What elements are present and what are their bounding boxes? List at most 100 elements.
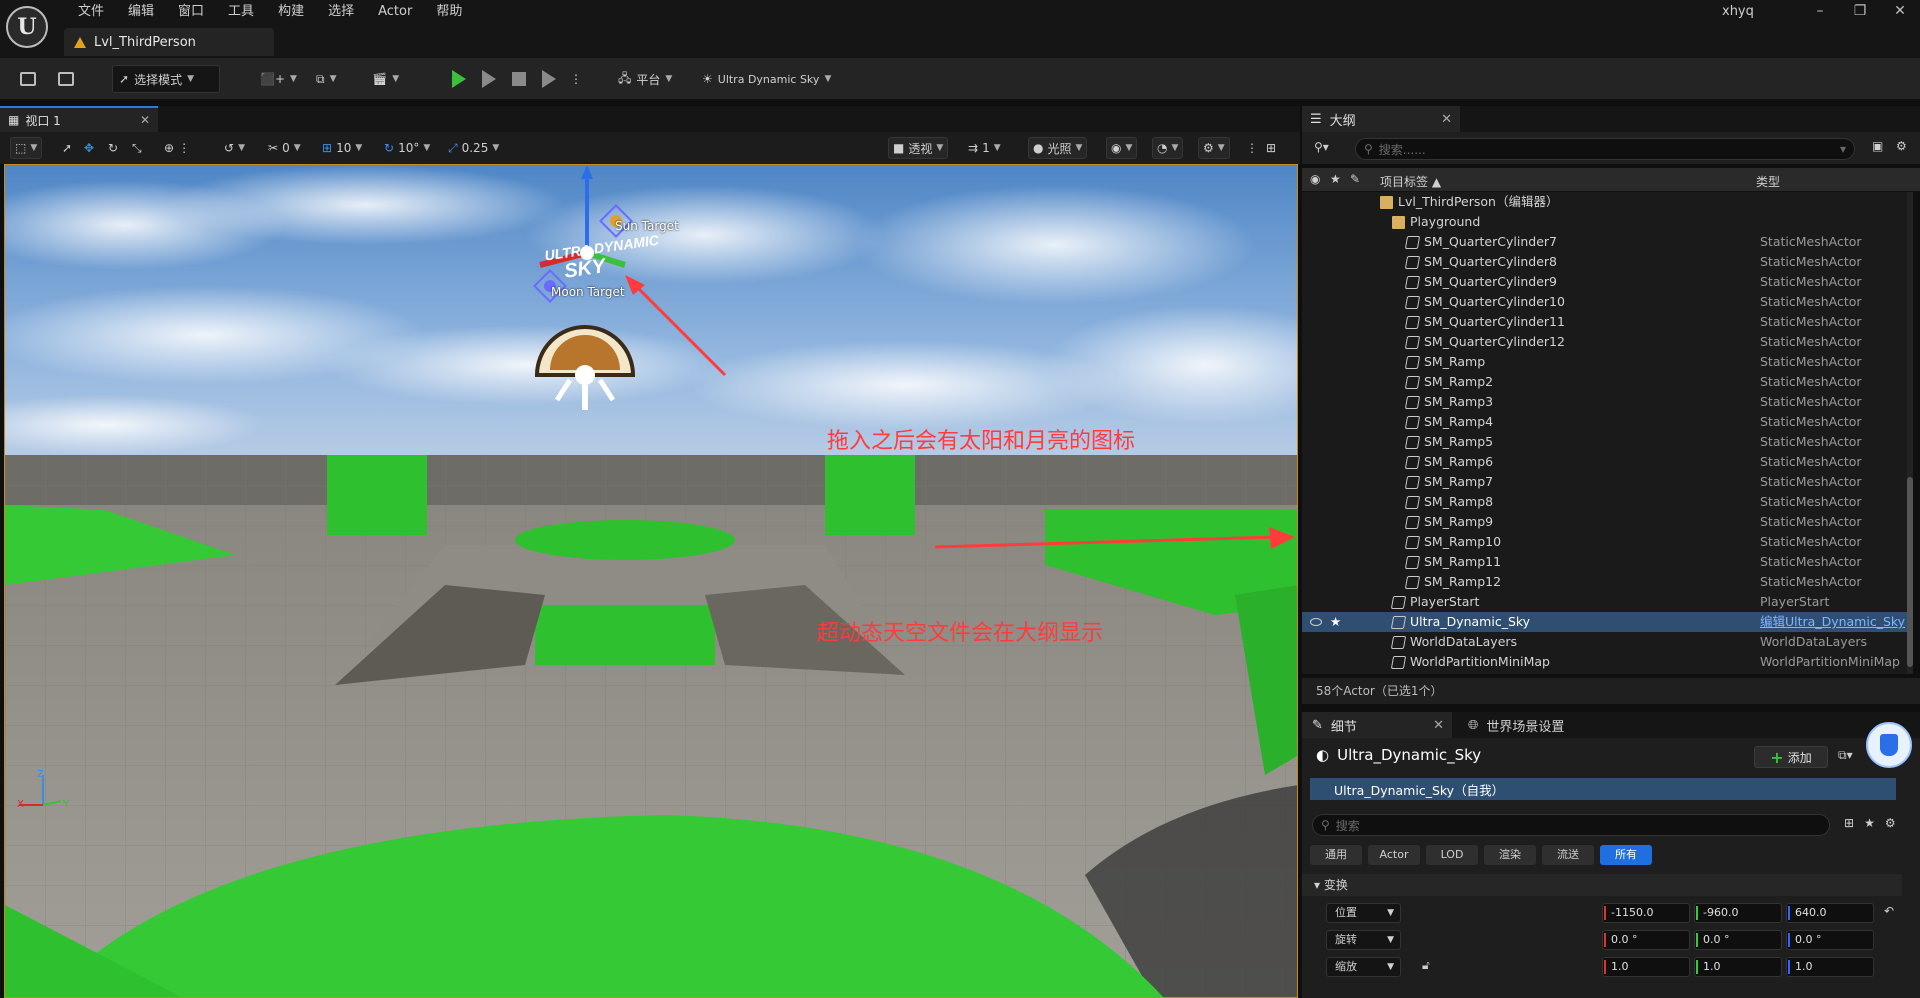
play-options-button[interactable]: ⋮ xyxy=(564,65,588,93)
outliner-row[interactable]: SM_Ramp8 StaticMeshActor xyxy=(1302,492,1907,512)
outliner-search-input[interactable]: ⚲ 搜索...... ▾ xyxy=(1355,138,1855,160)
outliner-tab[interactable]: ☰ 大纲 ✕ xyxy=(1302,106,1460,132)
scale-z-field[interactable]: 1.0 xyxy=(1786,957,1874,977)
blueprint-options-button[interactable]: ⧉▾ xyxy=(1838,748,1853,763)
filter-general[interactable]: 通用 xyxy=(1310,845,1362,865)
menu-actor[interactable]: Actor xyxy=(366,3,424,21)
rotation-snap-button[interactable]: ↻ 10° ▼ xyxy=(380,137,434,159)
world-settings-tab[interactable]: 🌐︎ 世界场景设置 xyxy=(1468,712,1564,738)
transform-section-header[interactable]: ▾ 变换 xyxy=(1302,874,1902,896)
eject-button[interactable] xyxy=(536,65,562,93)
settings-dropdown[interactable]: ⚙ ▼ xyxy=(1198,137,1230,159)
scale-tool[interactable]: ⤡ xyxy=(128,137,146,159)
filter-actor[interactable]: Actor xyxy=(1368,845,1420,865)
add-folder-icon[interactable]: ▣ xyxy=(1872,139,1883,153)
close-icon[interactable]: ✕ xyxy=(1880,0,1920,22)
rotation-z-field[interactable]: 0.0 ° xyxy=(1786,930,1874,950)
outliner-row[interactable]: SM_QuarterCylinder12 StaticMeshActor xyxy=(1302,332,1907,352)
outliner-row[interactable]: SM_QuarterCylinder9 StaticMeshActor xyxy=(1302,272,1907,292)
outliner-row-type[interactable]: 编辑Ultra_Dynamic_Sky xyxy=(1760,612,1905,632)
outliner-row[interactable]: Playground xyxy=(1302,212,1907,232)
outliner-row[interactable]: ★ Ultra_Dynamic_Sky 编辑Ultra_Dynamic_Sky xyxy=(1302,612,1907,632)
star-icon[interactable]: ★ xyxy=(1864,816,1875,830)
pin-icon[interactable]: ✎ xyxy=(1350,172,1360,186)
unreal-logo-icon[interactable]: U xyxy=(6,6,48,48)
outliner-row[interactable]: SM_QuarterCylinder11 StaticMeshActor xyxy=(1302,312,1907,332)
scale-dropdown[interactable]: 缩放 ▼ xyxy=(1326,957,1401,977)
performance-dropdown[interactable]: ◔ ▼ xyxy=(1152,137,1184,159)
outliner-row[interactable]: SM_Ramp9 StaticMeshActor xyxy=(1302,512,1907,532)
scroll-thumb[interactable] xyxy=(1907,477,1913,667)
assistant-floating-button[interactable] xyxy=(1866,722,1912,768)
scale-x-field[interactable]: 1.0 xyxy=(1602,957,1690,977)
outliner-row[interactable]: SM_Ramp12 StaticMeshActor xyxy=(1302,572,1907,592)
close-icon[interactable]: ✕ xyxy=(140,113,150,127)
add-component-button[interactable]: + 添加 xyxy=(1754,746,1828,768)
viewport-more-button[interactable]: ⋮ xyxy=(1242,137,1262,159)
outliner-row[interactable]: Lvl_ThirdPerson（编辑器） xyxy=(1302,192,1907,212)
star-icon[interactable]: ★ xyxy=(1330,612,1341,632)
column-type[interactable]: 类型 xyxy=(1756,173,1780,190)
location-z-field[interactable]: 640.0 xyxy=(1786,903,1874,923)
details-search-input[interactable]: ⚲ 搜索 xyxy=(1312,814,1830,836)
chevron-down-icon[interactable]: ▾ xyxy=(1840,142,1846,156)
menu-help[interactable]: 帮助 xyxy=(424,3,474,21)
blueprint-button[interactable]: ⧉ ▼ xyxy=(310,65,343,93)
gear-icon[interactable]: ⚙ xyxy=(1885,816,1896,830)
outliner-row[interactable]: PlayerStart PlayerStart xyxy=(1302,592,1907,612)
surface-snap-button[interactable]: ↺ ▼ xyxy=(220,137,249,159)
platform-dropdown[interactable]: 🖧︎ 平台 ▼ xyxy=(612,65,678,93)
outliner-row[interactable]: SM_Ramp11 StaticMeshActor xyxy=(1302,552,1907,572)
viewport-options-button[interactable]: ⬚ ▼ xyxy=(10,137,43,159)
location-y-field[interactable]: -960.0 xyxy=(1694,903,1782,923)
menu-select[interactable]: 选择 xyxy=(316,3,366,21)
lock-icon[interactable]: 🔓︎ xyxy=(1422,958,1430,973)
outliner-scrollbar[interactable] xyxy=(1907,192,1913,674)
rotate-tool[interactable]: ↻ xyxy=(104,137,122,159)
select-tool[interactable]: ➚ xyxy=(58,137,76,159)
scale-y-field[interactable]: 1.0 xyxy=(1694,957,1782,977)
close-icon[interactable]: ✕ xyxy=(1441,112,1452,127)
component-self-row[interactable]: Ultra_Dynamic_Sky（自我） xyxy=(1310,778,1896,800)
column-label[interactable]: 项目标签 ▲ xyxy=(1380,173,1441,190)
rotation-dropdown[interactable]: 旋转 ▼ xyxy=(1326,930,1401,950)
menu-file[interactable]: 文件 xyxy=(66,3,116,21)
minimize-icon[interactable]: – xyxy=(1800,0,1840,22)
perspective-dropdown[interactable]: ■ 透视 ▼ xyxy=(888,137,949,159)
level-document-tab[interactable]: Lvl_ThirdPerson xyxy=(64,28,274,56)
outliner-row[interactable]: SM_Ramp10 StaticMeshActor xyxy=(1302,532,1907,552)
translate-tool[interactable]: ✥ xyxy=(80,137,98,159)
step-button[interactable] xyxy=(476,65,502,93)
location-x-field[interactable]: -1150.0 xyxy=(1602,903,1690,923)
filter-streaming[interactable]: 流送 xyxy=(1542,845,1594,865)
outliner-row[interactable]: WorldDataLayers WorldDataLayers xyxy=(1302,632,1907,652)
add-actor-button[interactable]: ⬛+ ▼ xyxy=(254,65,303,93)
grid-snap-button[interactable]: ⊞ 10 ▼ xyxy=(318,137,366,159)
outliner-row[interactable]: WorldPartitionMiniMap WorldPartitionMiniM… xyxy=(1302,652,1907,672)
menu-edit[interactable]: 编辑 xyxy=(116,3,166,21)
visibility-column-icon[interactable]: ◉ xyxy=(1310,172,1320,186)
outliner-row[interactable]: SM_Ramp6 StaticMeshActor xyxy=(1302,452,1907,472)
restore-icon[interactable]: ❐ xyxy=(1840,0,1880,22)
filter-rendering[interactable]: 渲染 xyxy=(1484,845,1536,865)
outliner-row[interactable]: SM_Ramp3 StaticMeshActor xyxy=(1302,392,1907,412)
menu-tools[interactable]: 工具 xyxy=(216,3,266,21)
filter-lod[interactable]: LOD xyxy=(1426,845,1478,865)
camera-speed-button[interactable]: ✂ 0 ▼ xyxy=(264,137,305,159)
level-viewport[interactable]: ULTRA DYNAMIC SKY Sun Target Moon Target… xyxy=(4,164,1298,998)
show-dropdown[interactable]: ◉ ▼ xyxy=(1106,137,1138,159)
outliner-row[interactable]: SM_QuarterCylinder7 StaticMeshActor xyxy=(1302,232,1907,252)
filter-icon[interactable]: ⚲▾ xyxy=(1314,140,1329,154)
outliner-row[interactable]: SM_Ramp7 StaticMeshActor xyxy=(1302,472,1907,492)
layout-button[interactable]: ⊞ xyxy=(1262,137,1280,159)
eye-icon[interactable] xyxy=(1310,618,1322,626)
save-button[interactable] xyxy=(14,65,42,93)
lighting-dropdown[interactable]: ● 光照 ▼ xyxy=(1028,137,1088,159)
close-icon[interactable]: ✕ xyxy=(1433,718,1444,733)
menu-build[interactable]: 构建 xyxy=(266,3,316,21)
filter-all[interactable]: 所有 xyxy=(1600,845,1652,865)
world-local-toggle[interactable]: ⊕ ⋮ xyxy=(160,137,194,159)
gear-icon[interactable]: ⚙ xyxy=(1896,139,1907,153)
reset-icon[interactable]: ↶ xyxy=(1884,904,1894,918)
outliner-row[interactable]: SM_Ramp4 StaticMeshActor xyxy=(1302,412,1907,432)
